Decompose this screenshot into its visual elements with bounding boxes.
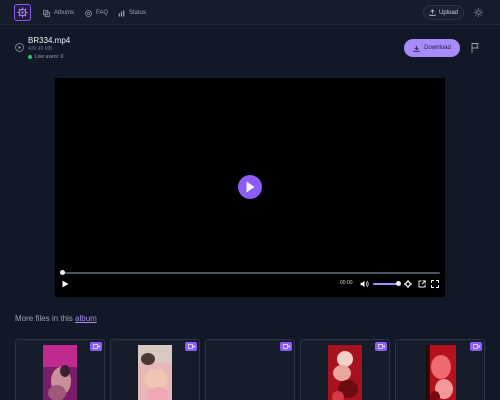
sun-icon xyxy=(473,7,483,17)
volume-icon[interactable] xyxy=(360,280,369,288)
video-camera-icon xyxy=(377,344,385,349)
live-indicator-dot xyxy=(28,55,32,59)
upload-icon xyxy=(429,9,436,16)
albums-icon xyxy=(43,9,50,17)
volume-slider[interactable] xyxy=(373,281,401,286)
progress-bar[interactable] xyxy=(60,270,440,275)
thumbnail-image xyxy=(43,345,77,400)
file-size: 430.49 MB xyxy=(28,46,53,52)
volume-knob[interactable] xyxy=(396,281,401,286)
thumbnail-image xyxy=(138,345,172,400)
file-play-icon xyxy=(15,43,24,52)
thumbnail-card[interactable] xyxy=(15,339,105,400)
thumbnail-card[interactable] xyxy=(205,339,295,400)
video-badge xyxy=(185,342,197,351)
progress-knob[interactable] xyxy=(60,270,65,275)
nav-status[interactable]: Status xyxy=(118,8,146,18)
current-time: 00:00 xyxy=(340,280,353,286)
play-icon xyxy=(246,181,255,193)
big-play-button[interactable] xyxy=(238,175,262,199)
file-name: BR334.mp4 xyxy=(28,36,71,45)
video-player[interactable]: 00:00 xyxy=(55,78,445,297)
nav-status-label: Status xyxy=(129,10,147,16)
video-camera-icon xyxy=(187,344,195,349)
live-users-label: Live users: 0 xyxy=(35,54,64,60)
top-navbar: Albums FAQ Status Upload xyxy=(0,0,500,25)
video-badge xyxy=(375,342,387,351)
video-badge xyxy=(280,342,292,351)
live-users: Live users: 0 xyxy=(28,54,63,60)
download-button-label: Download xyxy=(424,45,451,51)
theme-toggle-button[interactable] xyxy=(472,6,484,18)
thumbnail-card[interactable] xyxy=(395,339,485,400)
thumbnail-card[interactable] xyxy=(300,339,390,400)
video-camera-icon xyxy=(472,344,480,349)
thumbnail-image xyxy=(328,345,362,400)
video-camera-icon xyxy=(92,344,100,349)
pip-icon[interactable] xyxy=(418,280,426,288)
upload-button-label: Upload xyxy=(438,9,458,16)
settings-gear-icon[interactable] xyxy=(404,280,412,288)
more-files-heading: More files in this album xyxy=(15,314,97,323)
nav-faq[interactable]: FAQ xyxy=(85,8,108,18)
status-icon xyxy=(118,9,125,17)
nav-albums-label: Albums xyxy=(54,10,75,16)
video-badge xyxy=(470,342,482,351)
faq-icon xyxy=(85,9,92,17)
fullscreen-icon[interactable] xyxy=(431,280,439,288)
nav-albums[interactable]: Albums xyxy=(43,8,74,18)
thumbnail-image xyxy=(426,345,456,400)
download-icon xyxy=(413,45,420,52)
album-link[interactable]: album xyxy=(75,314,97,323)
upload-button[interactable]: Upload xyxy=(423,5,464,20)
report-flag-icon[interactable] xyxy=(470,42,480,54)
video-badge xyxy=(90,342,102,351)
download-button[interactable]: Download xyxy=(404,39,460,57)
control-play-icon[interactable] xyxy=(62,280,69,288)
gear-logo-icon xyxy=(17,7,28,18)
site-logo[interactable] xyxy=(14,4,31,21)
video-camera-icon xyxy=(282,344,290,349)
more-files-prefix: More files in this xyxy=(15,314,73,323)
nav-faq-label: FAQ xyxy=(96,10,109,16)
thumbnail-card[interactable] xyxy=(110,339,200,400)
